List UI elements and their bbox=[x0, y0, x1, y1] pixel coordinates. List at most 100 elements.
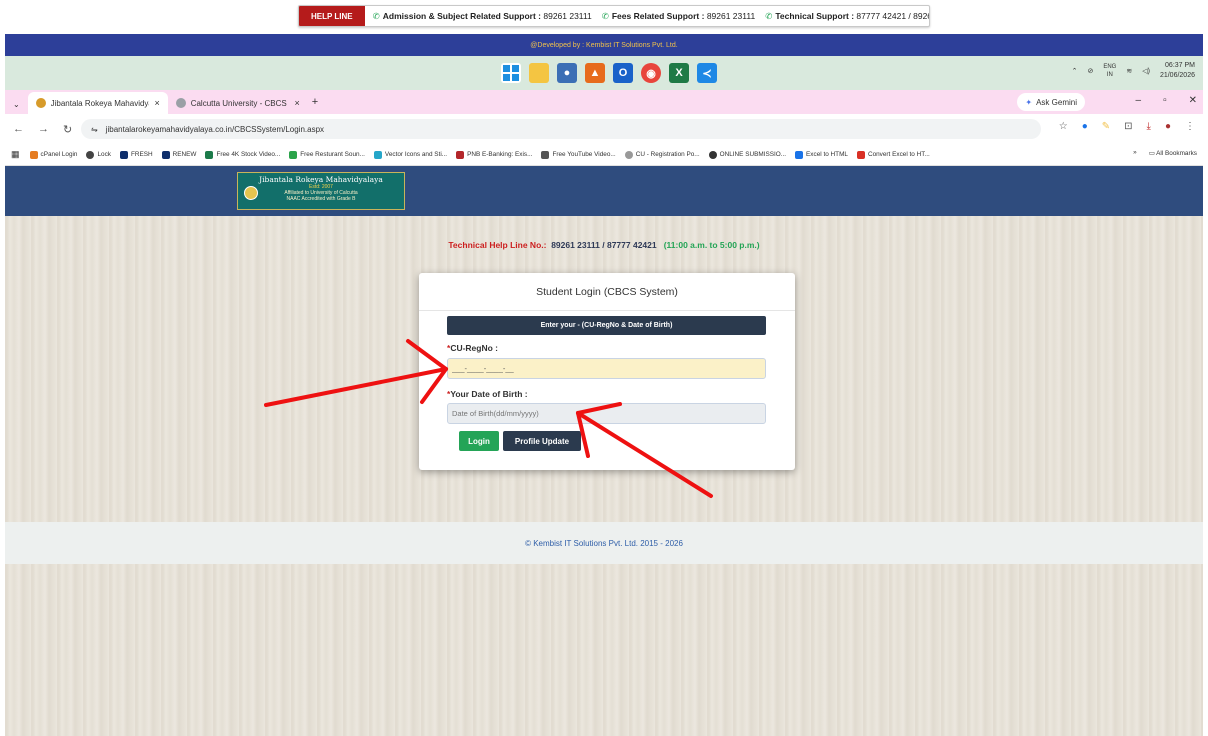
forward-icon[interactable]: → bbox=[38, 123, 49, 136]
close-tab-icon[interactable]: × bbox=[154, 98, 159, 108]
profile-update-button[interactable]: Profile Update bbox=[503, 431, 581, 451]
bookmarks-bar: ▦ cPanel Login Lock FRESH RENEW Free 4K … bbox=[5, 144, 1203, 166]
dob-label-text: Your Date of Birth : bbox=[450, 389, 528, 399]
bookmark-item[interactable]: Excel to HTML bbox=[795, 150, 848, 159]
restore-icon[interactable]: ▫ bbox=[1163, 95, 1167, 106]
chevron-up-icon[interactable]: ⌃ bbox=[1072, 67, 1078, 75]
lang-top: ENG bbox=[1103, 64, 1117, 70]
app-icon[interactable]: ● bbox=[557, 63, 577, 83]
bookmark-favicon-icon bbox=[541, 150, 550, 159]
wifi-icon[interactable]: ≋ bbox=[1126, 67, 1132, 75]
bookmark-favicon-icon bbox=[624, 150, 633, 159]
bookmark-item[interactable]: Free 4K Stock Video... bbox=[205, 150, 281, 159]
bookmark-item[interactable]: Vector Icons and Sti... bbox=[373, 150, 447, 159]
tab-label: Calcutta University - CBCS bbox=[190, 98, 287, 108]
tech-helpline-timing: (11:00 a.m. to 5:00 p.m.) bbox=[663, 240, 760, 250]
tech-helpline-numbers: 89261 23111 / 87777 42421 bbox=[551, 240, 657, 250]
ask-gemini-button[interactable]: ✦ Ask Gemini bbox=[1017, 93, 1085, 111]
bookmark-label: cPanel Login bbox=[40, 151, 78, 158]
technical-helpline: Technical Help Line No.: 89261 23111 / 8… bbox=[5, 240, 1203, 250]
address-bar[interactable]: ⇋ jibantalarokeyamahavidyalaya.co.in/CBC… bbox=[81, 119, 1041, 139]
bookmark-item[interactable]: PNB E-Banking: Exis... bbox=[456, 150, 532, 159]
url-text: jibantalarokeyamahavidyalaya.co.in/CBCSS… bbox=[105, 124, 325, 134]
bookmark-favicon-icon bbox=[161, 150, 170, 159]
all-bookmarks-button[interactable]: ▭ All Bookmarks bbox=[1149, 149, 1197, 157]
reload-icon[interactable]: ↻ bbox=[63, 123, 72, 136]
site-footer: © Kembist IT Solutions Pvt. Ltd. 2015 - … bbox=[5, 522, 1203, 564]
close-window-icon[interactable]: ✕ bbox=[1189, 95, 1197, 106]
close-tab-icon[interactable]: × bbox=[294, 98, 299, 108]
file-explorer-icon[interactable] bbox=[529, 63, 549, 83]
bookmark-item[interactable]: ONLINE SUBMISSIO... bbox=[708, 150, 787, 159]
bookmark-label: Lock bbox=[97, 151, 111, 158]
fees-support-number: 89261 23111 bbox=[706, 10, 756, 21]
bookmark-favicon-icon bbox=[456, 150, 465, 159]
extension-icon[interactable]: ● bbox=[1082, 121, 1088, 132]
bookmark-item[interactable]: cPanel Login bbox=[29, 150, 78, 159]
bookmark-favicon-icon bbox=[289, 150, 298, 159]
language-indicator[interactable]: ENG IN bbox=[1103, 63, 1116, 79]
bookmark-item[interactable]: Free Resturant Soun... bbox=[289, 150, 365, 159]
back-icon[interactable]: ← bbox=[13, 123, 24, 136]
bookmark-favicon-icon bbox=[708, 150, 717, 159]
page-background bbox=[5, 564, 1203, 736]
tab-label: Jibantala Rokeya Mahavidyalay bbox=[50, 98, 150, 108]
new-tab-button[interactable]: + bbox=[308, 96, 324, 114]
tab-calcutta-university[interactable]: Calcutta University - CBCS × bbox=[168, 92, 308, 114]
bookmark-favicon-icon bbox=[205, 150, 214, 159]
outlook-icon[interactable]: O bbox=[613, 63, 633, 83]
college-logo[interactable]: Jibantala Rokeya Mahavidyalaya Estd: 200… bbox=[237, 172, 405, 210]
app-icon[interactable]: ▲ bbox=[585, 63, 605, 83]
date-of-birth-input[interactable] bbox=[447, 403, 766, 424]
bookmark-label: Free Resturant Soun... bbox=[300, 151, 365, 158]
bookmark-item[interactable]: RENEW bbox=[161, 150, 196, 159]
speaker-icon[interactable]: ◁) bbox=[1142, 67, 1150, 75]
extensions-puzzle-icon[interactable]: ⊡ bbox=[1124, 121, 1132, 132]
bookmark-favicon-icon bbox=[856, 150, 865, 159]
page-body: Technical Help Line No.: 89261 23111 / 8… bbox=[5, 216, 1203, 522]
location-icon[interactable]: ⊘ bbox=[1087, 67, 1093, 75]
profile-avatar-icon[interactable]: ● bbox=[1165, 121, 1171, 132]
apps-grid-icon[interactable]: ▦ bbox=[11, 149, 20, 160]
technical-support-number: 87777 42421 / 89261 bbox=[856, 10, 930, 21]
bookmark-label: Free 4K Stock Video... bbox=[216, 151, 281, 158]
extension-icon[interactable]: ✎ bbox=[1102, 121, 1110, 132]
ask-gemini-label: Ask Gemini bbox=[1036, 97, 1077, 107]
excel-icon[interactable]: X bbox=[669, 63, 689, 83]
helpline-tag: HELP LINE bbox=[299, 6, 365, 26]
login-title: Student Login (CBCS System) bbox=[419, 273, 795, 311]
site-favicon-icon bbox=[175, 98, 186, 108]
vscode-icon[interactable]: ≺ bbox=[697, 63, 717, 83]
browser-toolbar: ← → ↻ ⇋ jibantalarokeyamahavidyalaya.co.… bbox=[5, 114, 1203, 144]
clock[interactable]: 06:37 PM 21/06/2026 bbox=[1160, 61, 1195, 81]
minimize-icon[interactable]: – bbox=[1136, 95, 1142, 106]
cu-regno-input[interactable] bbox=[447, 358, 766, 379]
developed-by-text: @Developed by : Kembist IT Solutions Pvt… bbox=[530, 41, 678, 49]
os-taskbar: ● ▲ O ◉ X ≺ ⌃ ⊘ ENG IN ≋ ◁) 06:37 PM 21/… bbox=[5, 56, 1203, 90]
developed-by-strip: @Developed by : Kembist IT Solutions Pvt… bbox=[5, 34, 1203, 56]
dob-label: *Your Date of Birth : bbox=[447, 389, 528, 399]
bookmark-item[interactable]: Lock bbox=[86, 150, 111, 159]
site-info-icon[interactable]: ⇋ bbox=[91, 125, 98, 134]
menu-icon[interactable]: ⋮ bbox=[1185, 121, 1195, 132]
windows-start-icon[interactable] bbox=[501, 63, 521, 83]
bookmark-label: ONLINE SUBMISSIO... bbox=[719, 151, 787, 158]
download-icon[interactable]: ⤓ bbox=[1147, 121, 1151, 132]
clock-date: 21/06/2026 bbox=[1159, 72, 1195, 79]
admission-support-label: Admission & Subject Related Support : bbox=[382, 10, 541, 21]
tab-list-icon[interactable]: ⌄ bbox=[5, 100, 28, 114]
more-bookmarks-button[interactable]: » bbox=[1133, 149, 1137, 157]
bookmark-star-icon[interactable]: ☆ bbox=[1059, 121, 1068, 132]
tech-helpline-label: Technical Help Line No.: bbox=[448, 240, 547, 250]
bookmark-item[interactable]: CU - Registration Po... bbox=[624, 150, 700, 159]
regno-label: *CU-RegNo : bbox=[447, 343, 498, 353]
login-button[interactable]: Login bbox=[459, 431, 499, 451]
fees-support: ✆ Fees Related Support : 89261 23111 bbox=[602, 11, 755, 22]
chrome-icon[interactable]: ◉ bbox=[641, 63, 661, 83]
tab-jibantala[interactable]: Jibantala Rokeya Mahavidyalay × bbox=[27, 92, 168, 114]
bookmark-item[interactable]: Convert Excel to HT... bbox=[856, 150, 930, 159]
nav-buttons: ← → ↻ bbox=[5, 123, 72, 136]
bookmark-label: Free YouTube Video... bbox=[552, 151, 616, 158]
bookmark-item[interactable]: Free YouTube Video... bbox=[541, 150, 616, 159]
bookmark-item[interactable]: FRESH bbox=[119, 150, 153, 159]
